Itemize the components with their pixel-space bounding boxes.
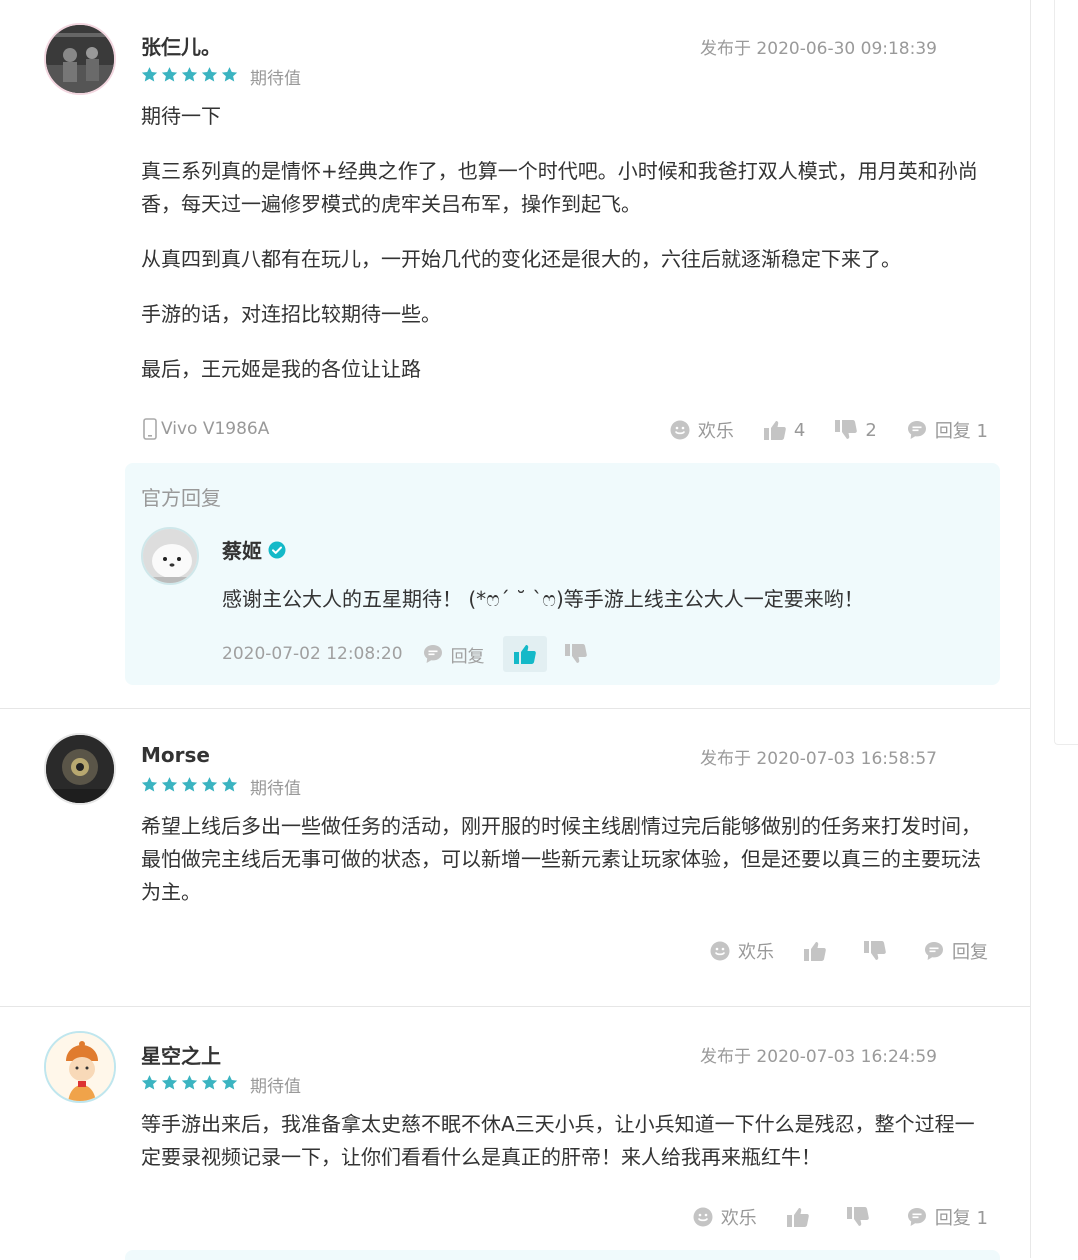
star-rating bbox=[141, 66, 238, 83]
phone-icon bbox=[143, 418, 157, 440]
divider bbox=[0, 1006, 1030, 1007]
review-content: 期待一下 真三系列真的是情怀+经典之作了，也算一个时代吧。小时候和我爸打双人模式… bbox=[141, 100, 991, 408]
official-dislike-button[interactable] bbox=[564, 644, 587, 664]
star-icon bbox=[221, 1075, 238, 1090]
right-sidebar bbox=[1054, 0, 1078, 745]
thumbs-up-icon bbox=[513, 645, 536, 664]
like-button[interactable] bbox=[786, 1207, 817, 1227]
divider bbox=[0, 708, 1030, 709]
star-icon bbox=[141, 67, 158, 82]
smile-icon bbox=[693, 1207, 713, 1227]
review-paragraph: 最后，王元姬是我的各位让让路 bbox=[141, 357, 421, 381]
star-icon bbox=[181, 777, 198, 792]
official-reply-label: 回复 bbox=[450, 646, 485, 667]
official-name[interactable]: 蔡姬 bbox=[222, 535, 262, 564]
review-paragraph: 真三系列真的是情怀+经典之作了，也算一个时代吧。小时候和我爸打双人模式，用月英和… bbox=[141, 159, 978, 216]
user-name[interactable]: 张仨儿。 bbox=[141, 31, 221, 60]
star-icon bbox=[141, 1075, 158, 1090]
review-paragraph: 手游的话，对连招比较期待一些。 bbox=[141, 302, 441, 326]
publish-time: 发布于 2020-06-30 09:18:39 bbox=[700, 39, 937, 59]
official-reply-text: 感谢主公大人的五星期待！ (*ෆ´ ˘ `ෆ)等手游上线主公大人一定要来哟！ bbox=[222, 587, 864, 611]
star-label: 期待值 bbox=[250, 69, 301, 89]
star-icon bbox=[201, 1075, 218, 1090]
star-icon bbox=[161, 1075, 178, 1090]
reply-label: 回复 bbox=[952, 942, 988, 963]
comment-icon bbox=[925, 942, 943, 960]
reply-button[interactable]: 回复 1 bbox=[907, 1204, 988, 1230]
reply-button[interactable]: 回复 bbox=[924, 938, 988, 964]
thumbs-down-icon bbox=[846, 1207, 869, 1226]
smile-icon bbox=[670, 420, 690, 440]
like-button[interactable]: 4 bbox=[763, 419, 806, 441]
dislike-button[interactable]: 2 bbox=[835, 419, 877, 441]
review-paragraph: 等手游出来后，我准备拿太史慈不眠不休A三天小兵，让小兵知道一下什么是残忍，整个过… bbox=[141, 1112, 975, 1169]
thumbs-down-icon bbox=[864, 941, 886, 960]
like-button[interactable] bbox=[804, 941, 834, 961]
star-label: 期待值 bbox=[250, 779, 301, 799]
review-actions: 欢乐 4 2 回复 1 bbox=[640, 417, 988, 443]
smile-icon bbox=[710, 941, 730, 961]
star-icon bbox=[201, 777, 218, 792]
star-icon bbox=[161, 67, 178, 82]
publish-time: 发布于 2020-07-03 16:58:57 bbox=[700, 749, 937, 769]
avatar[interactable] bbox=[44, 733, 116, 805]
user-name[interactable]: 星空之上 bbox=[141, 1040, 221, 1069]
thumbs-down-icon bbox=[835, 420, 858, 439]
official-reply-partial bbox=[125, 1250, 1000, 1260]
like-count: 4 bbox=[793, 419, 806, 441]
review-paragraph: 从真四到真八都有在玩儿，一开始几代的变化还是很大的，六往后就逐渐稳定下来了。 bbox=[141, 247, 901, 271]
star-rating bbox=[141, 1074, 238, 1091]
fun-label: 欢乐 bbox=[697, 421, 734, 442]
thumbs-up-icon bbox=[763, 421, 786, 440]
review-list: 张仨儿。 发布于 2020-06-30 09:18:39 期待值 期待一下 真三… bbox=[0, 0, 1031, 1260]
fun-label: 欢乐 bbox=[738, 942, 774, 963]
comment-icon bbox=[907, 421, 926, 439]
thumbs-up-icon bbox=[786, 1208, 809, 1227]
dislike-count: 2 bbox=[865, 419, 877, 441]
review-paragraph: 期待一下 bbox=[141, 104, 221, 128]
fun-button[interactable]: 欢乐 bbox=[693, 1204, 757, 1230]
star-icon bbox=[141, 777, 158, 792]
comment-icon bbox=[907, 1208, 926, 1226]
user-name[interactable]: Morse bbox=[141, 743, 210, 767]
official-name-row: 蔡姬 bbox=[222, 535, 286, 564]
reply-label: 回复 1 bbox=[934, 421, 988, 442]
star-icon bbox=[181, 67, 198, 82]
official-reply: 官方回复 蔡姬 感谢主公大人的五星期待！ (*ෆ´ ˘ `ෆ)等手游上线主公大人… bbox=[125, 463, 1000, 685]
official-reply-meta: 2020-07-02 12:08:20 回复 bbox=[222, 636, 587, 672]
thumbs-up-icon bbox=[804, 942, 826, 961]
thumbs-down-icon bbox=[564, 644, 587, 663]
dislike-button[interactable] bbox=[846, 1207, 877, 1227]
fun-button[interactable]: 欢乐 bbox=[710, 938, 774, 964]
comment-icon bbox=[423, 645, 442, 663]
review-actions: 欢乐 回复 bbox=[680, 938, 988, 964]
publish-time: 发布于 2020-07-03 16:24:59 bbox=[700, 1047, 937, 1067]
fun-button[interactable]: 欢乐 bbox=[670, 417, 734, 443]
star-icon bbox=[201, 67, 218, 82]
official-reply-time: 2020-07-02 12:08:20 bbox=[222, 644, 403, 664]
star-icon bbox=[221, 67, 238, 82]
avatar[interactable] bbox=[44, 23, 116, 95]
reply-button[interactable]: 回复 1 bbox=[907, 417, 988, 443]
star-rating bbox=[141, 776, 238, 793]
reply-label: 回复 1 bbox=[934, 1208, 988, 1229]
verified-badge-icon bbox=[268, 541, 286, 558]
review-actions: 欢乐 回复 1 bbox=[663, 1204, 988, 1230]
review-content: 等手游出来后，我准备拿太史慈不眠不休A三天小兵，让小兵知道一下什么是残忍，整个过… bbox=[141, 1108, 991, 1196]
dislike-button[interactable] bbox=[864, 941, 894, 961]
device-name: Vivo V1986A bbox=[161, 419, 270, 439]
star-icon bbox=[181, 1075, 198, 1090]
review-paragraph: 希望上线后多出一些做任务的活动，刚开服的时候主线剧情过完后能够做别的任务来打发时… bbox=[141, 814, 981, 904]
review-content: 希望上线后多出一些做任务的活动，刚开服的时候主线剧情过完后能够做别的任务来打发时… bbox=[141, 810, 991, 931]
official-avatar[interactable] bbox=[141, 527, 199, 585]
avatar[interactable] bbox=[44, 1031, 116, 1103]
official-reply-button[interactable]: 回复 bbox=[423, 642, 485, 667]
official-reply-title: 官方回复 bbox=[141, 486, 221, 510]
official-like-button[interactable] bbox=[502, 636, 547, 672]
device-info: Vivo V1986A bbox=[143, 418, 269, 440]
fun-label: 欢乐 bbox=[720, 1208, 757, 1229]
star-label: 期待值 bbox=[250, 1077, 301, 1097]
star-icon bbox=[221, 777, 238, 792]
star-icon bbox=[161, 777, 178, 792]
